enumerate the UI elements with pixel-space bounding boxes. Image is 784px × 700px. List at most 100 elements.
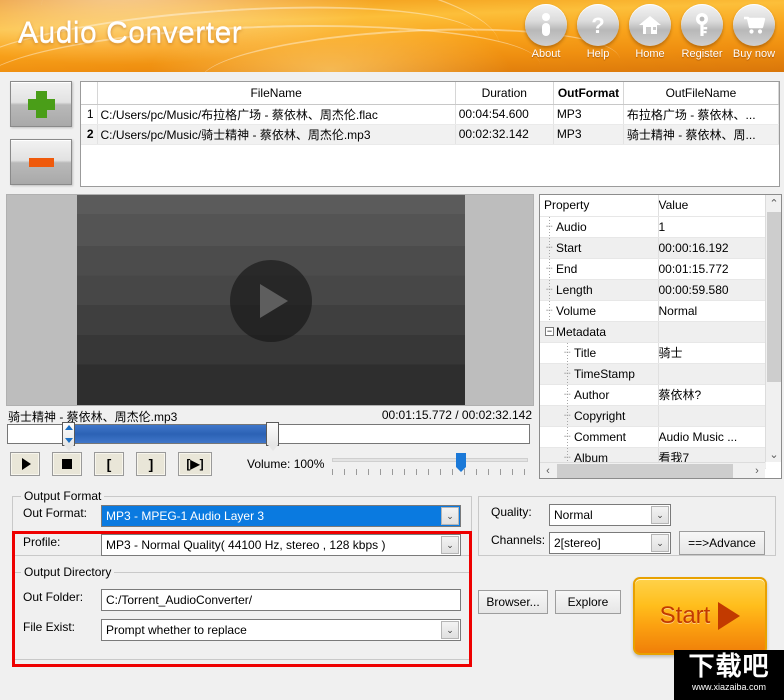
minus-icon bbox=[28, 157, 54, 167]
property-name: TimeStamp bbox=[574, 366, 635, 381]
about-button[interactable]: About bbox=[522, 4, 570, 60]
property-value[interactable]: Normal bbox=[658, 300, 766, 322]
property-row[interactable]: ┄ Comment Audio Music ... bbox=[540, 426, 766, 448]
profile-select[interactable]: MP3 - Normal Quality( 44100 Hz, stereo ,… bbox=[101, 534, 461, 556]
property-value[interactable]: 1 bbox=[658, 216, 766, 238]
advance-button[interactable]: ==>Advance bbox=[679, 531, 765, 555]
video-surface[interactable] bbox=[77, 195, 465, 405]
scroll-up-icon[interactable]: ⌃ bbox=[766, 195, 781, 211]
add-file-button[interactable] bbox=[10, 81, 72, 127]
seek-slider[interactable] bbox=[7, 422, 530, 451]
volume-slider[interactable] bbox=[332, 452, 529, 476]
property-value[interactable] bbox=[658, 405, 766, 427]
file-list-table[interactable]: FileName Duration OutFormat OutFileName … bbox=[80, 81, 780, 187]
vertical-scroll-thumb[interactable] bbox=[767, 212, 781, 382]
property-value[interactable]: 00:01:15.772 bbox=[658, 258, 766, 280]
play-triangle-icon bbox=[260, 284, 288, 318]
property-value[interactable]: 00:00:16.192 bbox=[658, 237, 766, 259]
table-row[interactable]: 1 C:/Users/pc/Music/布拉格广场 - 蔡依林、周杰伦.flac… bbox=[81, 104, 779, 125]
collapse-expander-icon[interactable]: − bbox=[545, 326, 554, 336]
property-name-cell: ┄ Title bbox=[540, 342, 659, 364]
chevron-down-icon[interactable]: ⌄ bbox=[441, 536, 459, 554]
property-name-cell: ┄ Volume bbox=[540, 300, 659, 322]
app-title: Audio Converter bbox=[18, 16, 243, 49]
remove-file-button[interactable] bbox=[10, 139, 72, 185]
info-icon bbox=[525, 4, 567, 46]
property-grid[interactable]: Property Value ┄ Audio 1 ┄ Start 00:00:1… bbox=[539, 194, 782, 479]
column-header-outformat[interactable]: OutFormat bbox=[553, 82, 624, 105]
property-row[interactable]: ┄ Audio 1 bbox=[540, 216, 766, 238]
video-preview-area[interactable] bbox=[6, 194, 534, 406]
chevron-down-icon[interactable]: ⌄ bbox=[441, 507, 459, 525]
quality-row: Quality: bbox=[491, 505, 551, 519]
seek-in-marker[interactable] bbox=[62, 422, 75, 451]
stop-button[interactable] bbox=[52, 452, 82, 476]
seek-out-marker[interactable] bbox=[266, 422, 279, 451]
play-overlay-icon[interactable] bbox=[230, 260, 312, 342]
file-exist-select[interactable]: Prompt whether to replace ⌄ bbox=[101, 619, 461, 641]
property-group-row[interactable]: − Metadata bbox=[540, 321, 766, 343]
out-format-select[interactable]: MP3 - MPEG-1 Audio Layer 3 ⌄ bbox=[101, 505, 461, 527]
row-outformat: MP3 bbox=[553, 104, 624, 125]
property-grid-vertical-scrollbar[interactable]: ⌃ ⌄ bbox=[765, 195, 781, 462]
chevron-down-icon[interactable]: ⌄ bbox=[441, 621, 459, 639]
help-button[interactable]: ? Help bbox=[574, 4, 622, 60]
browser-button[interactable]: Browser... bbox=[478, 590, 548, 614]
property-row[interactable]: ┄ Copyright bbox=[540, 405, 766, 427]
property-name: Copyright bbox=[574, 408, 626, 423]
chevron-down-icon[interactable]: ⌄ bbox=[651, 534, 669, 552]
encoding-options-group: Quality: Normal ⌄ Channels: 2[stereo] ⌄ … bbox=[478, 496, 776, 556]
play-button[interactable] bbox=[10, 452, 40, 476]
channels-row: Channels: bbox=[491, 533, 551, 547]
property-name-cell: ┄ Length bbox=[540, 279, 659, 301]
set-out-button[interactable]: ] bbox=[136, 452, 166, 476]
property-row[interactable]: ┄ Title 骑士 bbox=[540, 342, 766, 364]
column-header-duration[interactable]: Duration bbox=[455, 82, 554, 105]
property-value[interactable]: 00:00:59.580 bbox=[658, 279, 766, 301]
column-header-outfilename[interactable]: OutFileName bbox=[623, 82, 779, 105]
register-button[interactable]: Register bbox=[678, 4, 726, 60]
property-value[interactable]: 骑士 bbox=[658, 342, 766, 364]
property-row[interactable]: ┄ End 00:01:15.772 bbox=[540, 258, 766, 280]
table-row[interactable]: 2 C:/Users/pc/Music/骑士精神 - 蔡依林、周杰伦.mp3 0… bbox=[81, 124, 779, 145]
set-in-button[interactable]: [ bbox=[94, 452, 124, 476]
seek-selection-range bbox=[67, 425, 271, 443]
property-row[interactable]: ┄ Length 00:00:59.580 bbox=[540, 279, 766, 301]
tree-branch-icon: ┄ bbox=[564, 367, 571, 380]
property-value bbox=[658, 321, 766, 343]
chevron-down-icon[interactable]: ⌄ bbox=[651, 506, 669, 524]
property-value[interactable]: Audio Music ... bbox=[658, 426, 766, 448]
property-value[interactable]: 蔡依林? bbox=[658, 384, 766, 406]
horizontal-scroll-thumb[interactable] bbox=[557, 464, 733, 478]
home-button[interactable]: Home bbox=[626, 4, 674, 60]
volume-track bbox=[332, 458, 529, 462]
property-name-cell: ┄ Start bbox=[540, 237, 659, 259]
column-header-index[interactable] bbox=[81, 82, 98, 105]
out-folder-input[interactable]: C:/Torrent_AudioConverter/ bbox=[101, 589, 461, 611]
scroll-right-icon[interactable]: › bbox=[749, 463, 765, 478]
property-row[interactable]: ┄ Start 00:00:16.192 bbox=[540, 237, 766, 259]
quality-select[interactable]: Normal ⌄ bbox=[549, 504, 671, 526]
start-button[interactable]: Start bbox=[633, 577, 767, 655]
row-filename: C:/Users/pc/Music/布拉格广场 - 蔡依林、周杰伦.flac bbox=[97, 104, 456, 125]
tree-branch-icon: ┄ bbox=[546, 304, 553, 317]
column-header-filename[interactable]: FileName bbox=[97, 82, 456, 105]
scroll-left-icon[interactable]: ‹ bbox=[540, 463, 556, 478]
row-index: 1 bbox=[81, 104, 98, 125]
property-row[interactable]: ┄ Volume Normal bbox=[540, 300, 766, 322]
file-list-header-row: FileName Duration OutFormat OutFileName bbox=[81, 82, 779, 105]
profile-value: MP3 - Normal Quality( 44100 Hz, stereo ,… bbox=[106, 538, 386, 552]
scroll-down-icon[interactable]: ⌄ bbox=[766, 446, 781, 462]
property-row[interactable]: ┄ Author 蔡依林? bbox=[540, 384, 766, 406]
property-row[interactable]: ┄ TimeStamp bbox=[540, 363, 766, 385]
output-directory-group: Output Directory Out Folder: C:/Torrent_… bbox=[12, 565, 472, 660]
bracket-play-icon: [▶] bbox=[186, 457, 204, 471]
explore-button[interactable]: Explore bbox=[555, 590, 621, 614]
property-value[interactable] bbox=[658, 363, 766, 385]
help-button-label: Help bbox=[586, 48, 610, 60]
buy-now-button[interactable]: Buy now bbox=[730, 4, 778, 60]
property-grid-horizontal-scrollbar[interactable]: ‹ › bbox=[540, 462, 765, 478]
volume-thumb[interactable] bbox=[456, 453, 467, 472]
channels-select[interactable]: 2[stereo] ⌄ bbox=[549, 532, 671, 554]
preview-selection-button[interactable]: [▶] bbox=[178, 452, 212, 476]
